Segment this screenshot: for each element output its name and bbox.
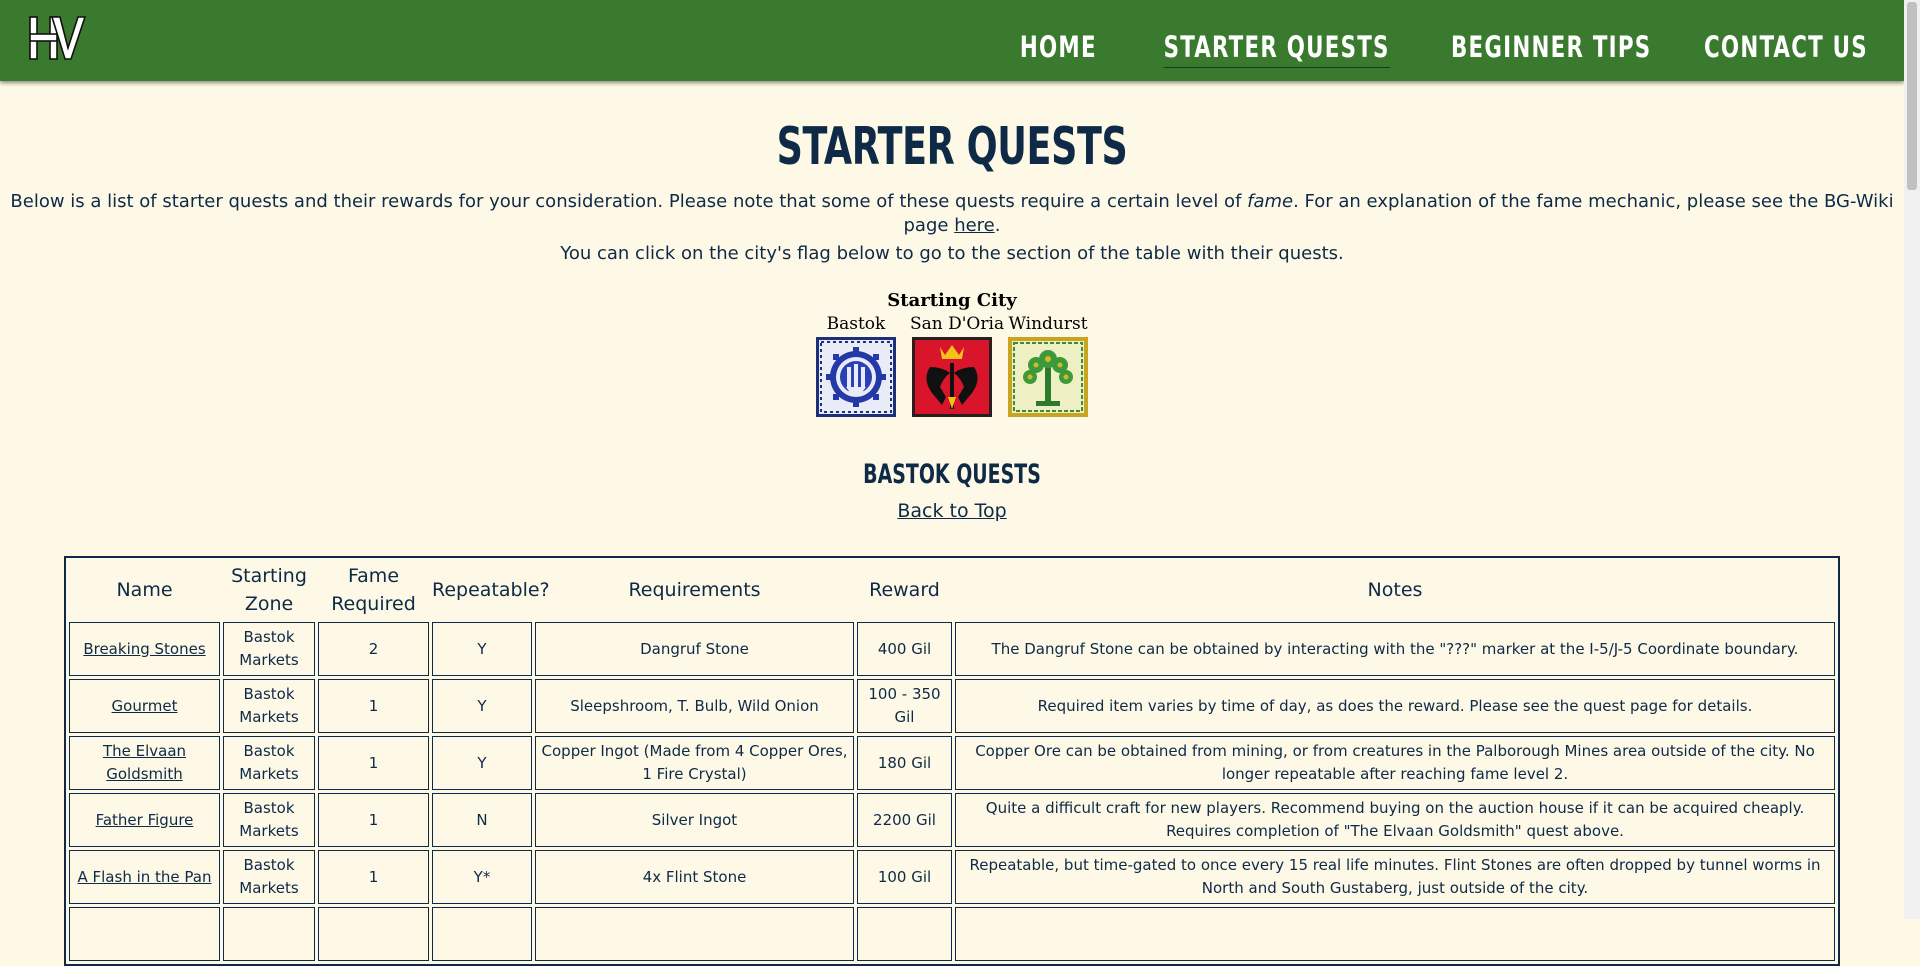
cell-notes: Required item varies by time of day, as …: [955, 679, 1835, 733]
bg-wiki-link[interactable]: here: [954, 215, 995, 236]
quest-link[interactable]: Gourmet: [112, 697, 178, 715]
cell-notes: The Dangruf Stone can be obtained by int…: [955, 622, 1835, 676]
page-scrollbar[interactable]: [1904, 0, 1920, 919]
cell-requirements: Silver Ingot: [535, 793, 854, 847]
cell-zone: Bastok Markets: [223, 679, 315, 733]
cell-reward: 2200 Gil: [857, 793, 952, 847]
quest-link[interactable]: The Elvaan Goldsmith: [103, 742, 186, 783]
scrollbar-thumb[interactable]: [1907, 2, 1917, 190]
cell-requirements: 4x Flint Stone: [535, 850, 854, 904]
starting-city-selector: Starting City Bastok San D'Oria Windurst: [0, 290, 1904, 417]
cell-reward: 180 Gil: [857, 736, 952, 790]
cell-fame: 2: [318, 622, 429, 676]
cell-requirements: Copper Ingot (Made from 4 Copper Ores, 1…: [535, 736, 854, 790]
table-row: [69, 907, 1835, 961]
cell-notes: Copper Ore can be obtained from mining, …: [955, 736, 1835, 790]
header-fame: Fame Required: [331, 565, 416, 615]
cell-zone: Bastok Markets: [223, 850, 315, 904]
cell-name: [69, 907, 220, 961]
page-title: STARTER QUESTS: [776, 117, 1128, 177]
nav-beginner-tips-link[interactable]: BEGINNER TIPS: [1451, 28, 1651, 66]
cell-zone: Bastok Markets: [223, 793, 315, 847]
sandoria-flag-icon[interactable]: [912, 337, 992, 417]
cell-name: Breaking Stones: [69, 622, 220, 676]
cell-fame: 1: [318, 679, 429, 733]
cell-repeatable: Y*: [432, 850, 532, 904]
cell-fame: [318, 907, 429, 961]
city-bastok: Bastok: [814, 313, 898, 417]
cell-name: The Elvaan Goldsmith: [69, 736, 220, 790]
main-nav: HOME STARTER QUESTS BEGINNER TIPS CONTAC…: [1003, 0, 1904, 81]
cell-fame: 1: [318, 793, 429, 847]
cell-reward: [857, 907, 952, 961]
header-name: Name: [116, 579, 173, 601]
quest-table: Name Starting Zone Fame Required Repeata…: [64, 556, 1840, 966]
nav-home-link[interactable]: HOME: [1020, 28, 1097, 66]
back-to-top-link[interactable]: Back to Top: [897, 500, 1006, 522]
city-flag-row: Bastok San D'Oria Windurst: [0, 313, 1904, 417]
nav-contact-us-link[interactable]: CONTACT US: [1704, 28, 1868, 66]
table-row: Gourmet Bastok Markets 1 Y Sleepshroom, …: [69, 679, 1835, 733]
cell-repeatable: Y: [432, 736, 532, 790]
city-name-windurst: Windurst: [1008, 314, 1088, 334]
header-repeatable: Repeatable?: [432, 579, 550, 601]
cell-name: Gourmet: [69, 679, 220, 733]
header-notes: Notes: [1367, 579, 1423, 601]
cell-notes: [955, 907, 1835, 961]
cell-reward: 400 Gil: [857, 622, 952, 676]
quest-link[interactable]: A Flash in the Pan: [77, 868, 211, 886]
city-name-sandoria: San D'Oria: [910, 314, 1005, 334]
city-sandoria: San D'Oria: [910, 313, 1005, 417]
cell-repeatable: N: [432, 793, 532, 847]
cell-fame: 1: [318, 736, 429, 790]
header-zone: Starting Zone: [231, 565, 307, 615]
cell-reward: 100 - 350 Gil: [857, 679, 952, 733]
section-title-bastok: BASTOK QUESTS: [863, 459, 1041, 490]
cell-requirements: [535, 907, 854, 961]
cell-zone: Bastok Markets: [223, 736, 315, 790]
site-logo-icon[interactable]: [28, 14, 86, 62]
table-row: Breaking Stones Bastok Markets 2 Y Dangr…: [69, 622, 1835, 676]
cell-repeatable: Y: [432, 622, 532, 676]
starting-city-caption: Starting City: [887, 290, 1017, 311]
table-row: The Elvaan Goldsmith Bastok Markets 1 Y …: [69, 736, 1835, 790]
city-name-bastok: Bastok: [826, 314, 886, 334]
quest-link[interactable]: Father Figure: [96, 811, 194, 829]
flag-hint-text: You can click on the city's flag below t…: [560, 243, 1344, 264]
table-row: Father Figure Bastok Markets 1 N Silver …: [69, 793, 1835, 847]
city-windurst: Windurst: [1006, 313, 1090, 417]
cell-notes: Quite a difficult craft for new players.…: [955, 793, 1835, 847]
cell-repeatable: Y: [432, 679, 532, 733]
cell-requirements: Sleepshroom, T. Bulb, Wild Onion: [535, 679, 854, 733]
back-to-top-wrapper: Back to Top: [0, 498, 1904, 524]
table-header-row: Name Starting Zone Fame Required Repeata…: [69, 561, 1835, 619]
cell-requirements: Dangruf Stone: [535, 622, 854, 676]
cell-reward: 100 Gil: [857, 850, 952, 904]
cell-name: Father Figure: [69, 793, 220, 847]
intro-text: Below is a list of starter quests and th…: [10, 191, 1248, 212]
cell-notes: Repeatable, but time-gated to once every…: [955, 850, 1835, 904]
intro-paragraph: Below is a list of starter quests and th…: [0, 190, 1904, 238]
cell-name: A Flash in the Pan: [69, 850, 220, 904]
windurst-flag-icon[interactable]: [1008, 337, 1088, 417]
header-requirements: Requirements: [628, 579, 761, 601]
top-navigation-bar: HOME STARTER QUESTS BEGINNER TIPS CONTAC…: [0, 0, 1904, 81]
cell-fame: 1: [318, 850, 429, 904]
table-row: A Flash in the Pan Bastok Markets 1 Y* 4…: [69, 850, 1835, 904]
cell-repeatable: [432, 907, 532, 961]
bastok-flag-icon[interactable]: [816, 337, 896, 417]
cell-zone: Bastok Markets: [223, 622, 315, 676]
cell-zone: [223, 907, 315, 961]
header-reward: Reward: [869, 579, 940, 601]
intro-fame-word: fame: [1247, 191, 1294, 212]
nav-starter-quests-link[interactable]: STARTER QUESTS: [1163, 28, 1390, 68]
intro-end: .: [994, 215, 1001, 236]
quest-link[interactable]: Breaking Stones: [83, 640, 205, 658]
